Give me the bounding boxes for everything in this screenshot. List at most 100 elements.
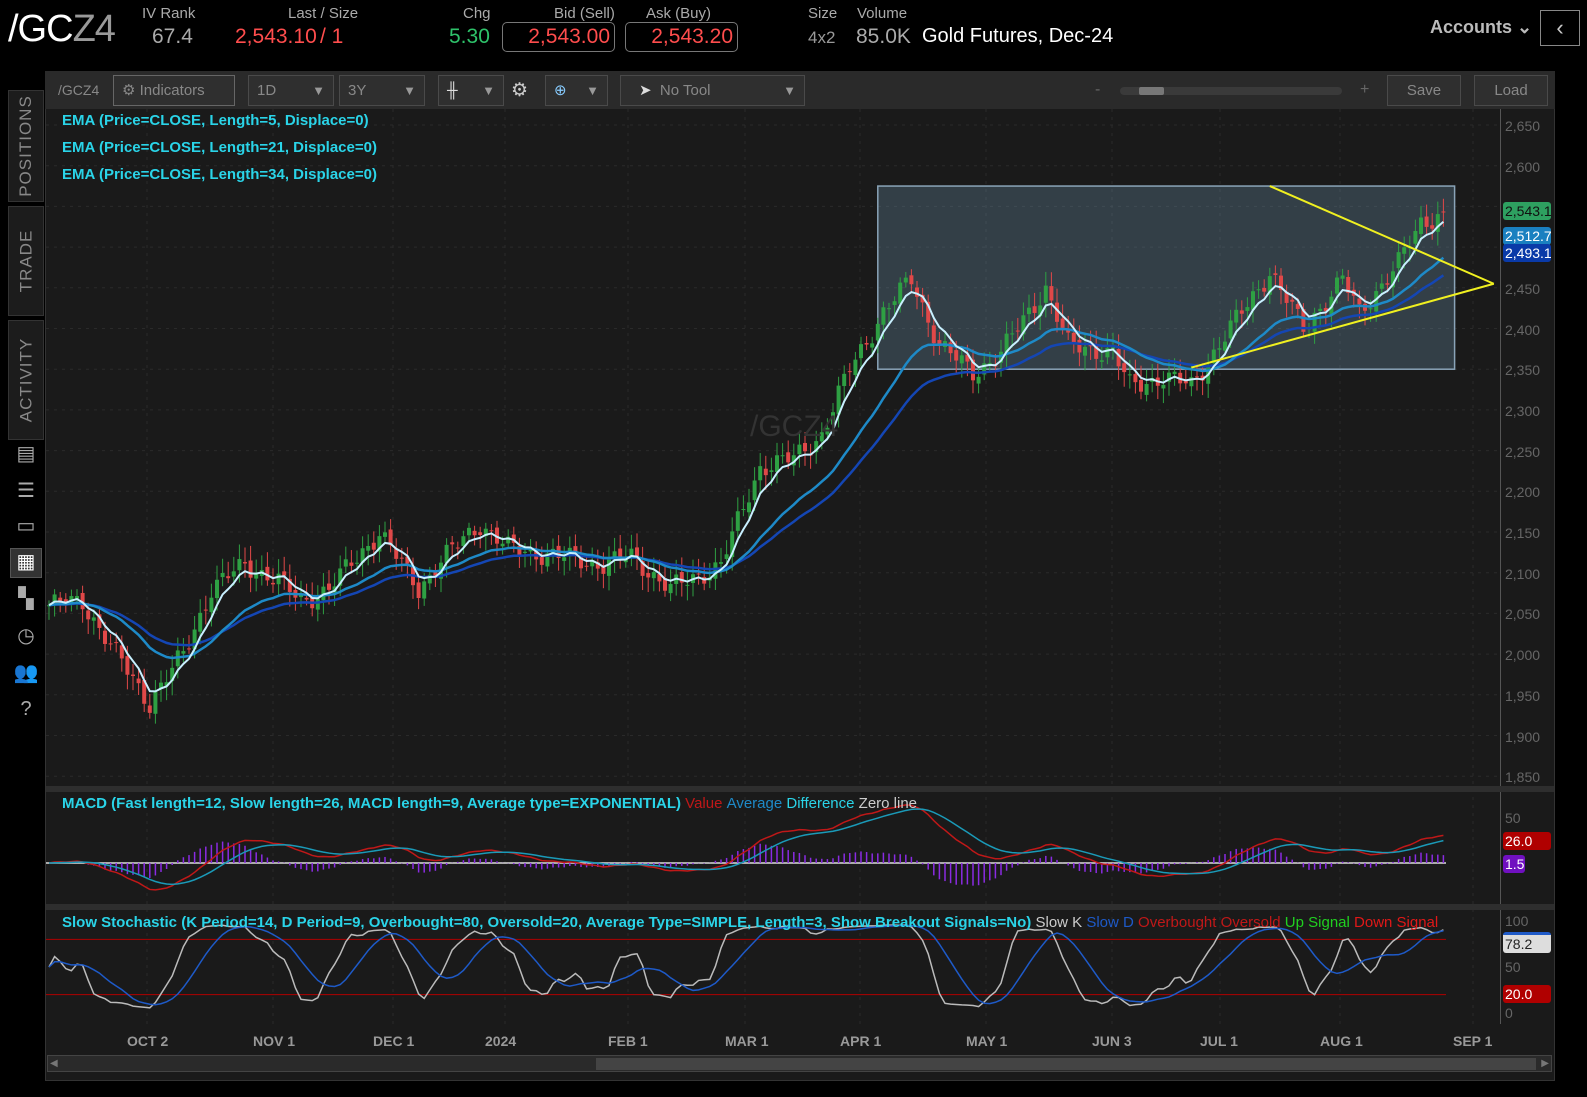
scrollbar-thumb[interactable] [596,1058,1536,1070]
slow-k-line [48,924,1444,1009]
candle [1379,283,1384,289]
candle [1340,275,1345,279]
candle [853,359,858,376]
candle [1419,217,1423,234]
help-icon[interactable]: ? [10,698,42,728]
candle [198,612,203,632]
scroll-right-icon[interactable]: ▶ [1541,1058,1549,1069]
timeframe-select[interactable]: 3Y ▼ [339,75,425,106]
candle [478,532,483,536]
panel-divider[interactable] [46,786,1554,792]
candle [1071,332,1076,343]
scroll-left-icon[interactable]: ◀ [50,1058,58,1069]
stoch-axis-50: 50 [1505,959,1521,975]
collapse-icon[interactable]: ‹ [1540,10,1580,46]
price-tick: 2,000 [1505,647,1541,664]
macd-diff-tag: 1.5 [1503,855,1525,873]
candle [1318,308,1323,311]
tab-positions[interactable]: POSITIONS [8,90,44,202]
ema5-legend[interactable]: EMA (Price=CLOSE, Length=5, Displace=0) [62,112,369,129]
candle [584,565,589,567]
price-tick: 1,900 [1505,728,1541,745]
candle [343,559,348,567]
candle [237,559,242,571]
candle [131,674,135,677]
volume: 85.0K [856,25,911,48]
ema21-legend[interactable]: EMA (Price=CLOSE, Length=21, Displace=0) [62,139,377,156]
grid-icon[interactable]: ▚ [10,586,42,616]
zoom-in-button[interactable]: + [1360,81,1369,99]
candle [769,470,774,472]
candle [1239,310,1244,314]
candle [1256,289,1261,291]
candle [125,656,130,675]
accounts-dropdown[interactable]: Accounts ⌄ [1430,17,1532,38]
candle [685,584,690,586]
chart-icon[interactable]: ▦ [10,548,42,578]
zoom-slider-handle[interactable] [1139,87,1164,95]
aggregation-select[interactable]: 1D ▼ [248,75,334,106]
date-tick: AUG 1 [1320,1033,1363,1049]
tv-icon[interactable]: ▭ [10,513,42,543]
bid-button[interactable]: 2,543.00 [502,22,615,52]
candle [724,554,729,559]
candle [215,579,219,599]
candle [467,527,471,536]
indicators-button[interactable]: ⚙ Indicators [113,75,235,106]
candle [864,342,869,345]
horizontal-scrollbar[interactable]: ◀ ▶ [47,1055,1552,1072]
candle [1043,285,1048,303]
save-button[interactable]: Save [1387,75,1461,106]
candle [842,373,847,387]
drawing-select[interactable]: ⊕ ▼ [545,75,608,106]
clock-icon[interactable]: ◷ [10,623,42,653]
slow-d-line [48,924,1444,1006]
iv-rank: 67.4 [152,25,193,48]
panel-divider[interactable] [46,904,1554,910]
candle [1441,211,1446,213]
candle [1027,307,1031,315]
candle [1161,384,1166,389]
chart-area[interactable] [46,109,1501,1029]
tab-activity[interactable]: ACTIVITY [8,320,44,440]
candle [1133,374,1138,383]
candle [1172,371,1177,375]
ask-button[interactable]: 2,543.20 [625,22,738,52]
date-tick: FEB 1 [608,1033,648,1049]
candle [220,573,225,578]
stochastic-legend[interactable]: Slow Stochastic (K Period=14, D Period=9… [62,914,1438,931]
settings-gear-icon[interactable]: ⚙ [511,79,528,102]
candle [1127,374,1132,376]
candle [315,598,320,610]
load-button[interactable]: Load [1474,75,1548,106]
price-tick: 2,150 [1505,525,1541,541]
list-icon[interactable]: ☰ [10,478,42,508]
candle [153,691,158,714]
candle [954,350,959,361]
ema21-tag: 2,512.7 [1503,227,1552,245]
candle [86,610,91,620]
price-tick: 1,950 [1505,687,1541,704]
monitor-icon[interactable]: ▤ [10,441,42,471]
description: Gold Futures, Dec-24 [922,25,1114,47]
symbol[interactable]: /GCZ4 [8,8,116,51]
ema34-legend[interactable]: EMA (Price=CLOSE, Length=34, Displace=0) [62,166,377,183]
candle [450,542,455,545]
candle [1139,379,1143,392]
macd-legend[interactable]: MACD (Fast length=12, Slow length=26, MA… [62,795,917,812]
tab-trade[interactable]: TRADE [8,206,44,316]
stoch-axis-100: 100 [1505,913,1529,929]
price-tick: 2,050 [1505,606,1541,623]
candle [1402,247,1407,254]
chart-type-select[interactable]: ╫ ▼ [438,75,504,106]
zoom-out-button[interactable]: - [1095,81,1100,99]
candle [741,509,746,511]
candle [752,480,757,501]
candles-icon: ╫ [447,82,458,99]
chg-label: Chg [463,5,491,22]
candle [1099,360,1104,362]
tool-select[interactable]: ➤ No Tool ▼ [620,75,805,106]
zoom-slider[interactable] [1120,87,1342,95]
candle [1122,363,1127,373]
community-icon[interactable]: 👥 [10,660,42,690]
